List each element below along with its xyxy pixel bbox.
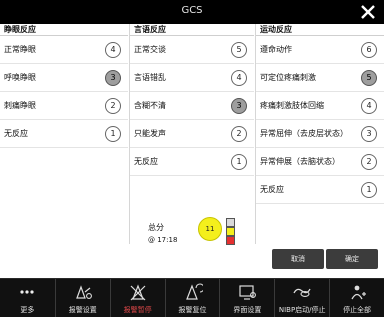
toolbar-button-label: 界面设置 <box>233 306 262 314</box>
severity-scale-segment <box>226 236 235 245</box>
alarm-pause-button[interactable]: 报警暂停 <box>109 279 165 317</box>
gcs-score-badge[interactable]: 2 <box>231 126 247 142</box>
gcs-score-badge[interactable]: 4 <box>231 70 247 86</box>
gcs-option-row[interactable]: 无反应 1 <box>0 120 128 148</box>
gcs-option-label: 含糊不清 <box>134 101 166 110</box>
gcs-option-label: 正常睁眼 <box>4 45 36 54</box>
alarm-reset-icon <box>181 283 206 301</box>
severity-scale <box>226 218 235 246</box>
alarm-setup-button[interactable]: 报警设置 <box>54 279 110 317</box>
gcs-option-label: 异常伸展（去脑状态） <box>260 157 340 166</box>
gcs-score-badge[interactable]: 1 <box>361 182 377 198</box>
gcs-option-label: 只能发声 <box>134 129 166 138</box>
gcs-option-row[interactable]: 无反应 1 <box>256 176 384 204</box>
total-score-label: 总分 <box>148 223 164 232</box>
gcs-option-row[interactable]: 正常睁眼 4 <box>0 36 128 64</box>
toolbar-button-label: 报警复位 <box>178 306 207 314</box>
gcs-option-label: 无反应 <box>260 185 284 194</box>
column-header: 睁眼反应 <box>0 24 128 36</box>
gcs-option-row[interactable]: 正常交谈 5 <box>130 36 254 64</box>
nibp-start-stop-button[interactable]: NIBP启动/停止 <box>274 279 329 317</box>
dialog-titlebar: GCS <box>0 0 384 24</box>
toolbar-button-label: 停止全部 <box>343 306 372 314</box>
gcs-score-badge[interactable]: 1 <box>105 126 121 142</box>
gcs-score-badge[interactable]: 2 <box>361 154 377 170</box>
gcs-option-row[interactable]: 遵命动作 6 <box>256 36 384 64</box>
gcs-option-row[interactable]: 含糊不清 3 <box>130 92 254 120</box>
gcs-option-row[interactable]: 异常伸展（去脑状态） 2 <box>256 148 384 176</box>
screen-setup-button[interactable]: 界面设置 <box>219 279 274 317</box>
toolbar-button-label: 报警暂停 <box>123 306 152 314</box>
total-score-indicator: 11 <box>198 217 222 241</box>
nibp-cuff-icon <box>291 283 313 301</box>
toolbar-button-label: 更多 <box>20 306 35 314</box>
eye-response-column: 睁眼反应正常睁眼 4 呼唤睁眼 3 刺痛睁眼 2 无反应 1 <box>0 24 128 244</box>
gcs-score-badge[interactable]: 5 <box>231 42 247 58</box>
stop-all-button[interactable]: 停止全部 <box>329 279 384 317</box>
more-dots-icon <box>16 283 38 301</box>
gcs-option-row[interactable]: 疼痛刺激肢体回缩 4 <box>256 92 384 120</box>
gcs-score-badge[interactable]: 4 <box>105 42 121 58</box>
severity-scale-segment <box>226 218 235 227</box>
toolbar-button-label: 报警设置 <box>68 306 97 314</box>
gcs-score-badge[interactable]: 5 <box>361 70 377 86</box>
total-score-time: @ 17:18 <box>148 236 178 244</box>
cancel-button[interactable]: 取消 <box>272 249 324 269</box>
verbal-response-column: 言语反应正常交谈 5 言语错乱 4 含糊不清 3 只能发声 2 无反应 1 <box>130 24 254 244</box>
gcs-score-badge[interactable]: 3 <box>105 70 121 86</box>
stop-all-icon <box>346 283 368 301</box>
gcs-option-label: 疼痛刺激肢体回缩 <box>260 101 324 110</box>
gcs-option-row[interactable]: 刺痛睁眼 2 <box>0 92 128 120</box>
gcs-option-label: 无反应 <box>134 157 158 166</box>
bottom-toolbar: 更多 报警设置 报警暂停 报警复位 界面设置 NIBP启动/停止 停止全部 <box>0 278 384 317</box>
gcs-option-label: 呼唤睁眼 <box>4 73 36 82</box>
column-header: 运动反应 <box>256 24 384 36</box>
gcs-option-row[interactable]: 言语错乱 4 <box>130 64 254 92</box>
gcs-option-label: 刺痛睁眼 <box>4 101 36 110</box>
gcs-score-badge[interactable]: 6 <box>361 42 377 58</box>
gcs-option-label: 正常交谈 <box>134 45 166 54</box>
alarm-reset-button[interactable]: 报警复位 <box>164 279 220 317</box>
gcs-score-badge[interactable]: 3 <box>361 126 377 142</box>
motor-response-column: 运动反应 遵命动作 6 可定位疼痛刺激 5 疼痛刺激肢体回缩 4 异常屈伸（去皮层状态） 3 异常… <box>256 24 384 244</box>
severity-scale-segment <box>226 227 235 236</box>
gcs-score-badge[interactable]: 1 <box>231 154 247 170</box>
gcs-option-label: 异常屈伸（去皮层状态） <box>260 129 348 138</box>
column-header: 言语反应 <box>130 24 254 36</box>
screen-setup-icon <box>236 283 258 301</box>
alarm-pause-icon <box>127 283 149 301</box>
gcs-option-row[interactable]: 可定位疼痛刺激 5 <box>256 64 384 92</box>
gcs-score-badge[interactable]: 2 <box>105 98 121 114</box>
gcs-option-row[interactable]: 无反应 1 <box>130 148 254 176</box>
confirm-button[interactable]: 确定 <box>326 249 378 269</box>
gcs-option-label: 可定位疼痛刺激 <box>260 73 316 82</box>
gcs-score-badge[interactable]: 3 <box>231 98 247 114</box>
close-icon[interactable] <box>358 2 378 22</box>
more-button[interactable]: 更多 <box>0 279 55 317</box>
gcs-option-label: 言语错乱 <box>134 73 166 82</box>
gcs-dialog: GCS 睁眼反应正常睁眼 4 呼唤睁眼 3 刺痛睁眼 2 无反应 1 言语反应正常交谈 5 言语错… <box>0 0 384 278</box>
gcs-option-row[interactable]: 异常屈伸（去皮层状态） 3 <box>256 120 384 148</box>
dialog-title: GCS <box>181 5 203 16</box>
gcs-option-row[interactable]: 呼唤睁眼 3 <box>0 64 128 92</box>
gcs-option-row[interactable]: 只能发声 2 <box>130 120 254 148</box>
gcs-option-label: 遵命动作 <box>260 45 292 54</box>
alarm-setup-icon <box>72 283 94 301</box>
gcs-score-badge[interactable]: 4 <box>361 98 377 114</box>
toolbar-button-label: NIBP启动/停止 <box>278 306 326 314</box>
gcs-option-label: 无反应 <box>4 129 28 138</box>
